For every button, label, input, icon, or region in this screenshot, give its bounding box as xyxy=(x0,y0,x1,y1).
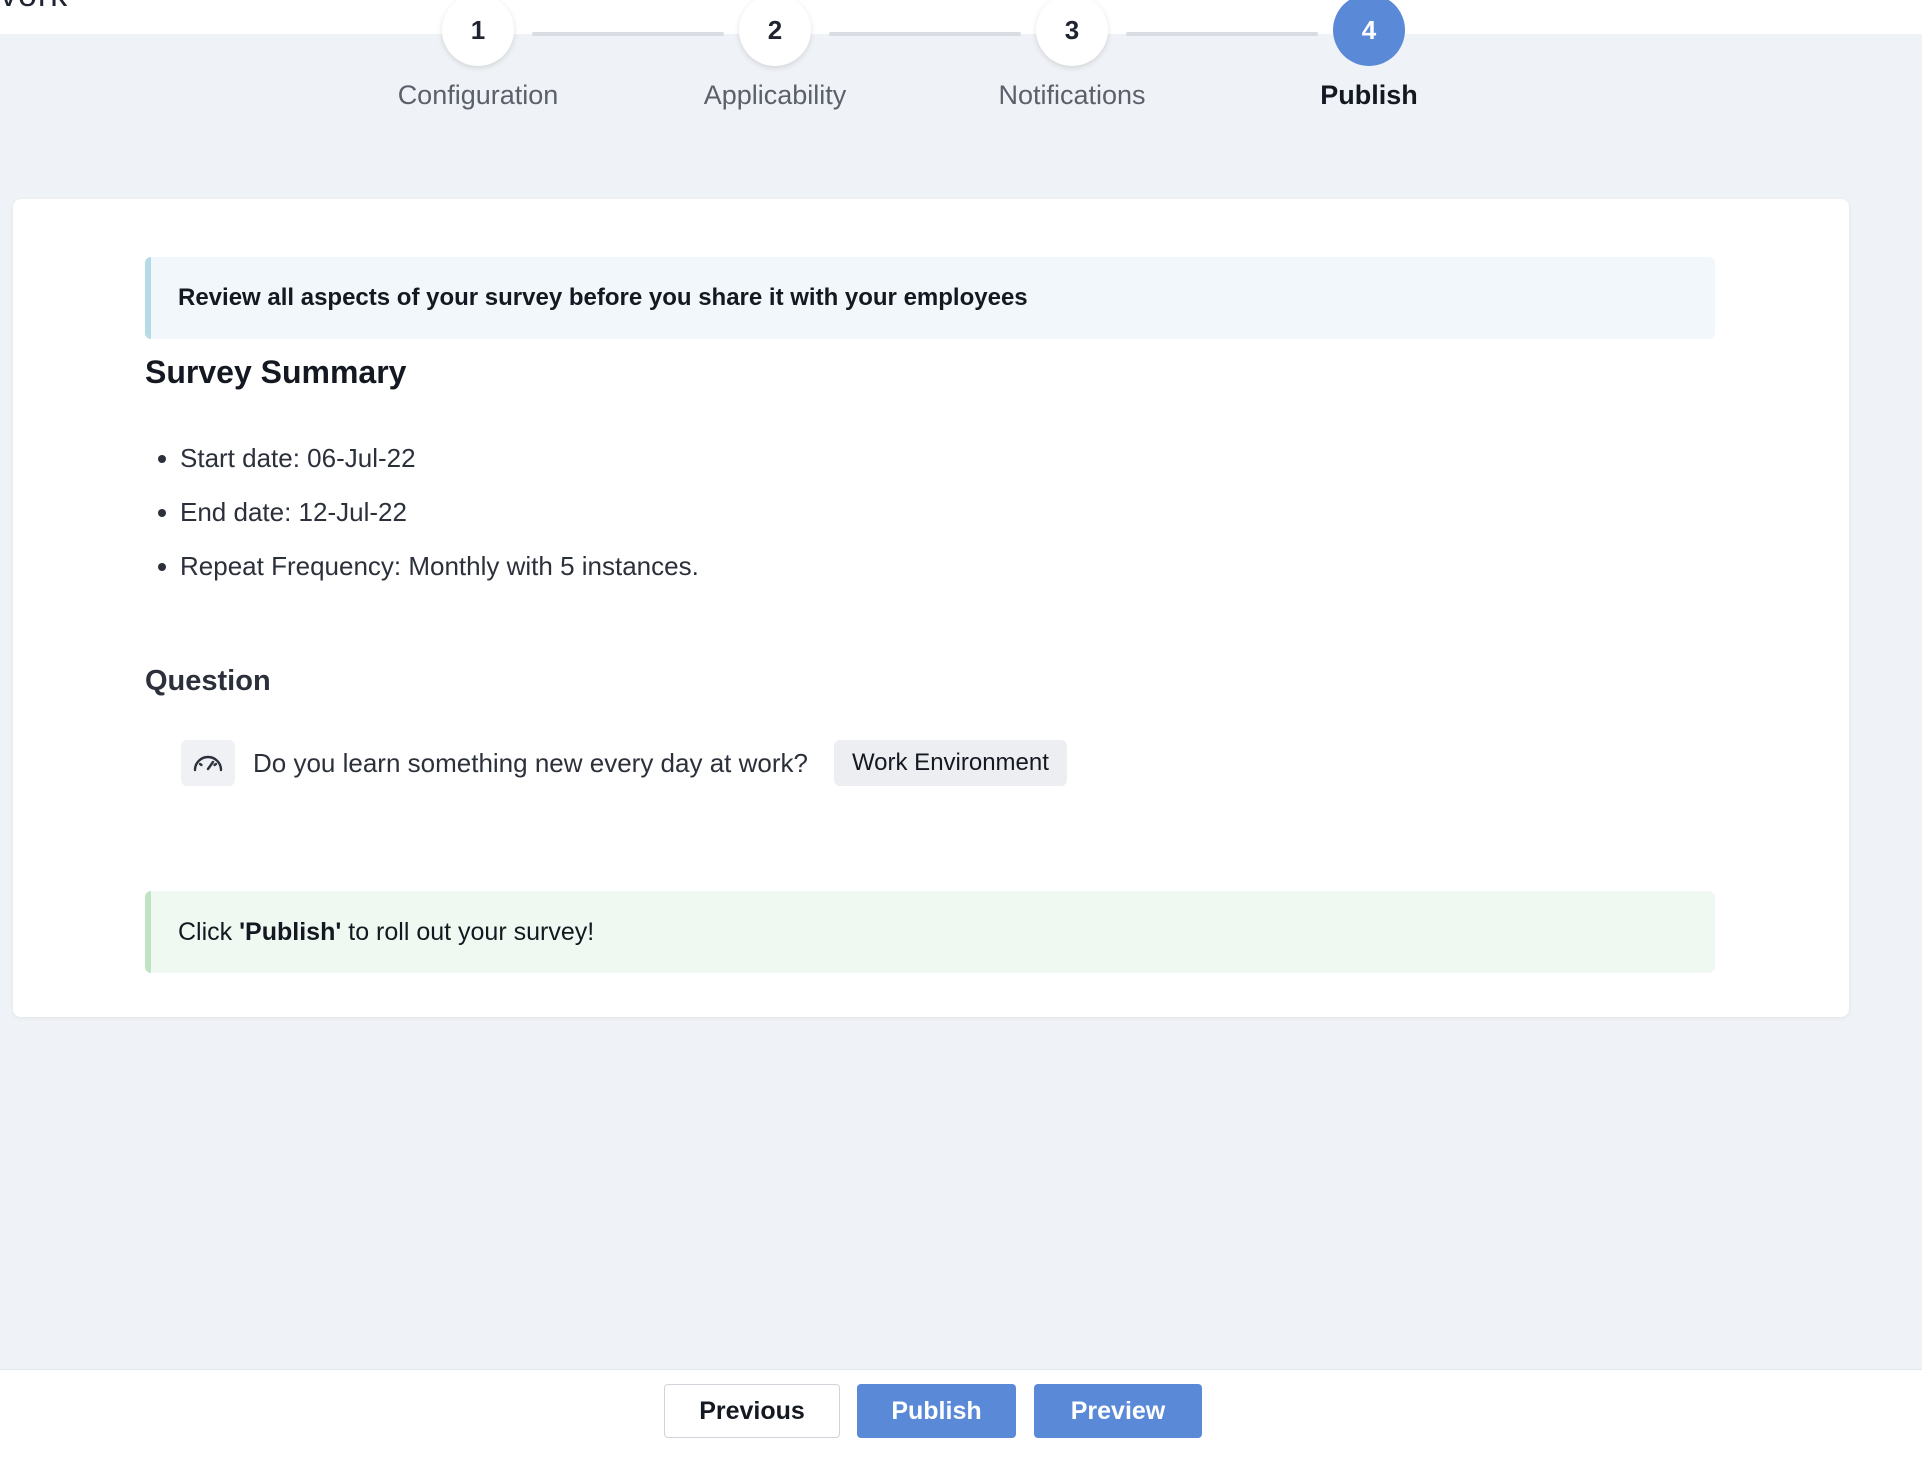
gauge-icon xyxy=(181,740,235,786)
bullet-icon xyxy=(158,563,166,571)
review-info-banner: Review all aspects of your survey before… xyxy=(145,257,1715,339)
summary-end-date: End date: 12-Jul-22 xyxy=(180,497,407,527)
step-1-circle[interactable]: 1 xyxy=(442,0,514,66)
bullet-icon xyxy=(158,455,166,463)
review-info-text: Review all aspects of your survey before… xyxy=(178,284,1028,311)
step-connector xyxy=(1126,32,1318,36)
publish-info-emphasis: 'Publish' xyxy=(239,917,342,946)
review-card: Review all aspects of your survey before… xyxy=(13,199,1849,1017)
step-4-label[interactable]: Publish xyxy=(1249,80,1489,111)
publish-info-prefix: Click xyxy=(178,917,240,946)
publish-info-suffix: to roll out your survey! xyxy=(341,917,595,946)
publish-info-banner: Click 'Publish' to roll out your survey! xyxy=(145,891,1715,973)
bullet-icon xyxy=(158,509,166,517)
step-connector xyxy=(829,32,1021,36)
step-connector xyxy=(532,32,724,36)
survey-summary-title: Survey Summary xyxy=(145,354,407,390)
summary-start-date: Start date: 06-Jul-22 xyxy=(180,443,416,473)
question-section-title: Question xyxy=(145,665,271,697)
previous-button[interactable]: Previous xyxy=(664,1384,840,1438)
list-item: Start date: 06-Jul-22 xyxy=(145,431,699,485)
list-item: End date: 12-Jul-22 xyxy=(145,485,699,539)
survey-summary-list: Start date: 06-Jul-22 End date: 12-Jul-2… xyxy=(145,431,699,593)
step-3-circle[interactable]: 3 xyxy=(1036,0,1108,66)
step-3-label[interactable]: Notifications xyxy=(952,80,1192,111)
question-category-tag: Work Environment xyxy=(833,740,1067,786)
step-4-circle[interactable]: 4 xyxy=(1333,0,1405,66)
step-2-circle[interactable]: 2 xyxy=(739,0,811,66)
question-text: Do you learn something new every day at … xyxy=(253,747,808,778)
step-2-label[interactable]: Applicability xyxy=(655,80,895,111)
list-item: Repeat Frequency: Monthly with 5 instanc… xyxy=(145,539,699,593)
summary-repeat-frequency: Repeat Frequency: Monthly with 5 instanc… xyxy=(180,551,699,581)
stepper: 1 2 3 4 Configuration Applicability Noti… xyxy=(0,0,1922,130)
publish-button[interactable]: Publish xyxy=(857,1384,1016,1438)
question-row: Do you learn something new every day at … xyxy=(181,740,1067,786)
footer-action-bar: Previous Publish Preview xyxy=(0,1369,1922,1461)
step-1-label[interactable]: Configuration xyxy=(358,80,598,111)
preview-button[interactable]: Preview xyxy=(1034,1384,1202,1438)
